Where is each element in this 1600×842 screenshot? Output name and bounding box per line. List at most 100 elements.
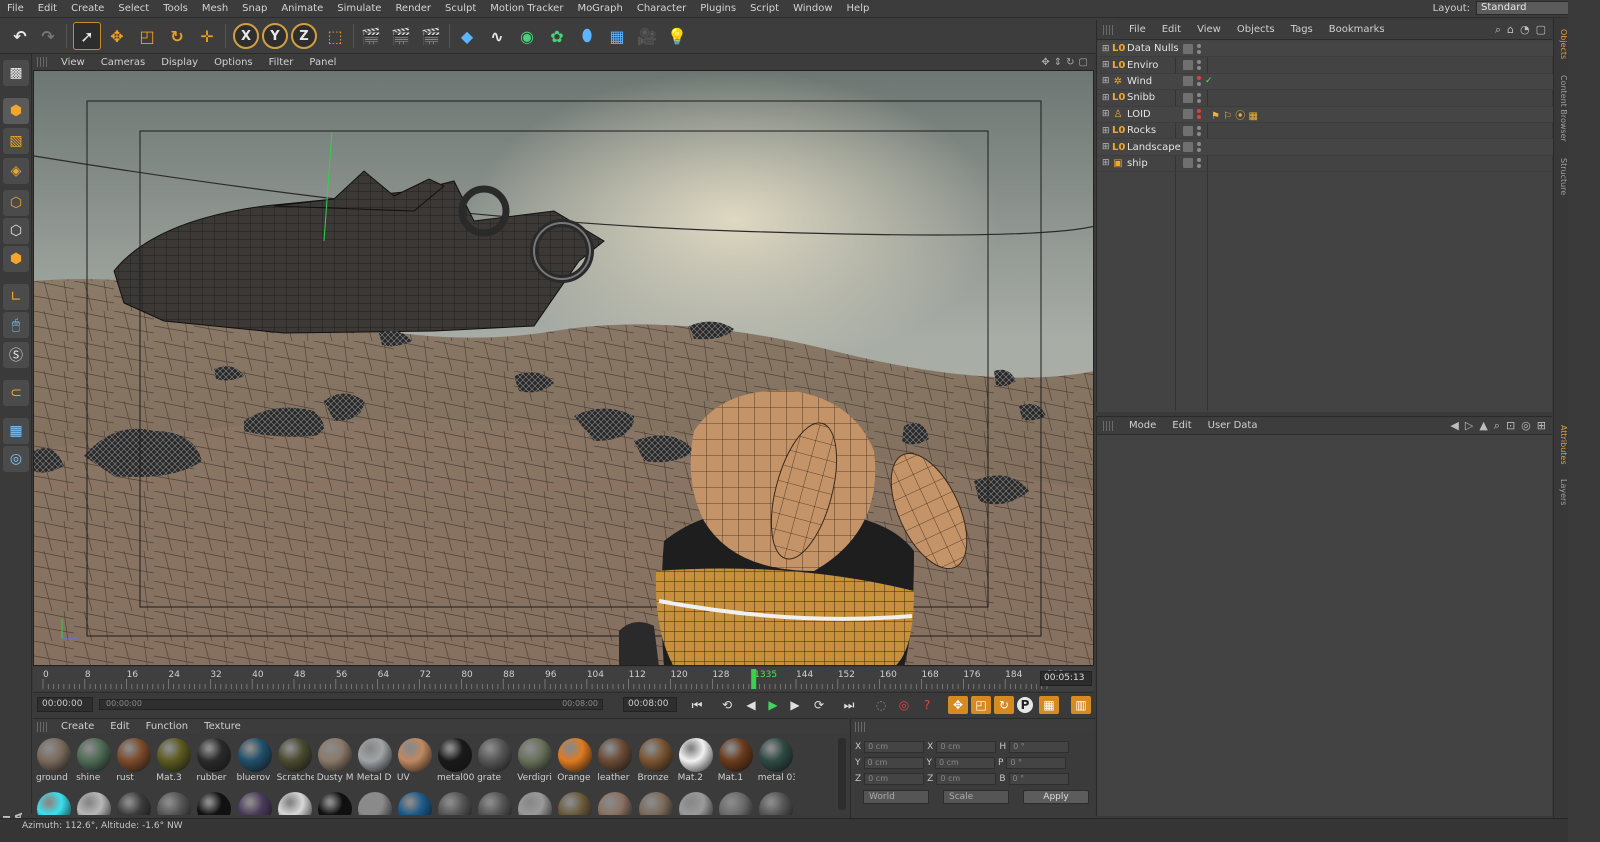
edges-mode-icon[interactable]: ⬡: [3, 218, 29, 244]
camera-icon[interactable]: 🎥: [633, 22, 661, 50]
objects-menu-edit[interactable]: Edit: [1154, 24, 1189, 35]
viewport-menu-display[interactable]: Display: [153, 57, 206, 68]
object-row[interactable]: ⊞ L0 Landscape: [1097, 139, 1553, 156]
maximize-view-icon[interactable]: ▢: [1079, 57, 1088, 68]
material-swatch[interactable]: Scratche: [276, 735, 314, 787]
object-row[interactable]: ⊞ ▣ ship: [1097, 156, 1553, 173]
material-swatch[interactable]: rubber: [195, 735, 233, 787]
menu-file[interactable]: File: [0, 0, 31, 18]
material-swatch[interactable]: metal00: [436, 735, 474, 787]
material-swatch[interactable]: [596, 789, 634, 815]
material-swatch[interactable]: shine: [75, 735, 113, 787]
3d-viewport[interactable]: [33, 70, 1094, 666]
make-editable-icon[interactable]: ▩: [3, 60, 29, 86]
objects-menu-view[interactable]: View: [1189, 24, 1229, 35]
deformer-icon[interactable]: ⬮: [573, 22, 601, 50]
cloner-icon[interactable]: ✿: [543, 22, 571, 50]
material-swatch[interactable]: Mat.3: [155, 735, 193, 787]
material-swatch[interactable]: [757, 789, 795, 815]
light-icon[interactable]: 💡: [663, 22, 691, 50]
tab-layers[interactable]: Layers: [1555, 474, 1568, 510]
workplane-mode-icon[interactable]: ◈: [3, 158, 29, 184]
timeline-ruler[interactable]: 0 8 16 24 32 40 48 56 64 72 80 88 96 104 112 120 128 1335…: [33, 667, 1094, 691]
menu-mesh[interactable]: Mesh: [195, 0, 235, 18]
material-swatch[interactable]: leather: [596, 735, 634, 787]
expand-icon[interactable]: ⊞: [1102, 76, 1112, 86]
size-x-input[interactable]: 0 cm: [936, 741, 997, 753]
material-swatch[interactable]: [276, 789, 314, 815]
panel-grip-icon[interactable]: [37, 721, 47, 732]
viewport-menu-view[interactable]: View: [53, 57, 93, 68]
material-swatch[interactable]: Verdigri: [516, 735, 554, 787]
model-mode-icon[interactable]: ⬢: [3, 98, 29, 124]
select-cursor-icon[interactable]: ➚: [73, 22, 101, 50]
material-menu-edit[interactable]: Edit: [102, 721, 137, 732]
visibility-dots[interactable]: [1197, 158, 1201, 169]
rotation-h-input[interactable]: 0 °: [1009, 741, 1070, 753]
workplane-lock-icon[interactable]: ⊂: [3, 380, 29, 406]
material-swatch[interactable]: ground: [35, 735, 73, 787]
material-swatch[interactable]: [436, 789, 474, 815]
points-mode-icon[interactable]: ⬡: [3, 190, 29, 216]
material-swatch[interactable]: Orange: [556, 735, 594, 787]
material-swatch[interactable]: [677, 789, 715, 815]
redo-icon[interactable]: ↷: [34, 22, 62, 50]
object-name[interactable]: Landscape: [1127, 142, 1189, 153]
enabled-check-icon[interactable]: ✓: [1205, 76, 1213, 86]
menu-tools[interactable]: Tools: [156, 0, 195, 18]
min-time-field[interactable]: 00:00:00: [37, 697, 93, 712]
x-axis-lock-icon[interactable]: X: [233, 23, 259, 49]
layer-swatch-icon[interactable]: [1183, 43, 1193, 54]
layer-swatch-icon[interactable]: [1183, 142, 1193, 153]
key-position-icon[interactable]: ✥: [948, 696, 968, 714]
visibility-dots[interactable]: [1197, 142, 1201, 153]
object-name[interactable]: Enviro: [1127, 60, 1189, 71]
pan-icon[interactable]: ✥: [1041, 57, 1049, 68]
panel-grip-icon[interactable]: [37, 57, 47, 67]
subdivision-surface-icon[interactable]: ◉: [513, 22, 541, 50]
max-time-field[interactable]: 00:08:00: [623, 697, 677, 712]
menu-mograph[interactable]: MoGraph: [570, 0, 629, 18]
key-scale-icon[interactable]: ◰: [971, 696, 991, 714]
current-time-field[interactable]: 00:05:13: [1040, 671, 1092, 686]
menu-window[interactable]: Window: [786, 0, 839, 18]
menu-sculpt[interactable]: Sculpt: [438, 0, 483, 18]
layer-swatch-icon[interactable]: [1183, 92, 1193, 103]
grid-icon[interactable]: ▦: [3, 418, 29, 444]
visibility-dots[interactable]: [1197, 125, 1201, 136]
keyframe-selection-icon[interactable]: ?: [917, 696, 937, 714]
goto-end-icon[interactable]: ⏭: [839, 696, 859, 714]
preview-range-slider[interactable]: 00:00:00 00:08:00: [99, 699, 603, 710]
attributes-menu-user-data[interactable]: User Data: [1200, 420, 1266, 431]
material-swatch[interactable]: [556, 789, 594, 815]
scale-icon[interactable]: ◰: [133, 22, 161, 50]
object-row[interactable]: ⊞ L0 Rocks: [1097, 123, 1553, 140]
material-swatch[interactable]: [155, 789, 193, 815]
spline-pen-icon[interactable]: ∿: [483, 22, 511, 50]
render-settings-icon[interactable]: 🎬: [417, 22, 445, 50]
object-row[interactable]: ⊞ L0 Snibb: [1097, 90, 1553, 107]
up-arrow-icon[interactable]: ▲: [1479, 419, 1487, 433]
axis-mode-icon[interactable]: ∟: [3, 284, 29, 310]
material-swatch[interactable]: Dusty M: [316, 735, 354, 787]
undo-icon[interactable]: ↶: [6, 22, 34, 50]
material-scrollbar[interactable]: [838, 738, 846, 810]
material-swatch[interactable]: [637, 789, 675, 815]
objects-menu-tags[interactable]: Tags: [1283, 24, 1321, 35]
orbit-icon[interactable]: ↻: [1066, 57, 1074, 68]
menu-script[interactable]: Script: [743, 0, 786, 18]
object-row[interactable]: ⊞ L0 Enviro: [1097, 57, 1553, 74]
home-icon[interactable]: ⌂: [1507, 23, 1514, 37]
material-swatch[interactable]: metal 03: [757, 735, 795, 787]
material-swatch[interactable]: rust: [115, 735, 153, 787]
viewport-menu-options[interactable]: Options: [206, 57, 261, 68]
render-picture-viewer-icon[interactable]: 🎬: [387, 22, 415, 50]
object-name[interactable]: Rocks: [1127, 125, 1189, 136]
texture-mode-icon[interactable]: ▧: [3, 128, 29, 154]
position-y-input[interactable]: 0 cm: [863, 757, 924, 769]
lock-icon[interactable]: ◔: [1520, 23, 1530, 37]
object-name[interactable]: LOID: [1127, 109, 1189, 120]
material-swatch[interactable]: [195, 789, 233, 815]
material-swatch[interactable]: [516, 789, 554, 815]
menu-render[interactable]: Render: [388, 0, 438, 18]
